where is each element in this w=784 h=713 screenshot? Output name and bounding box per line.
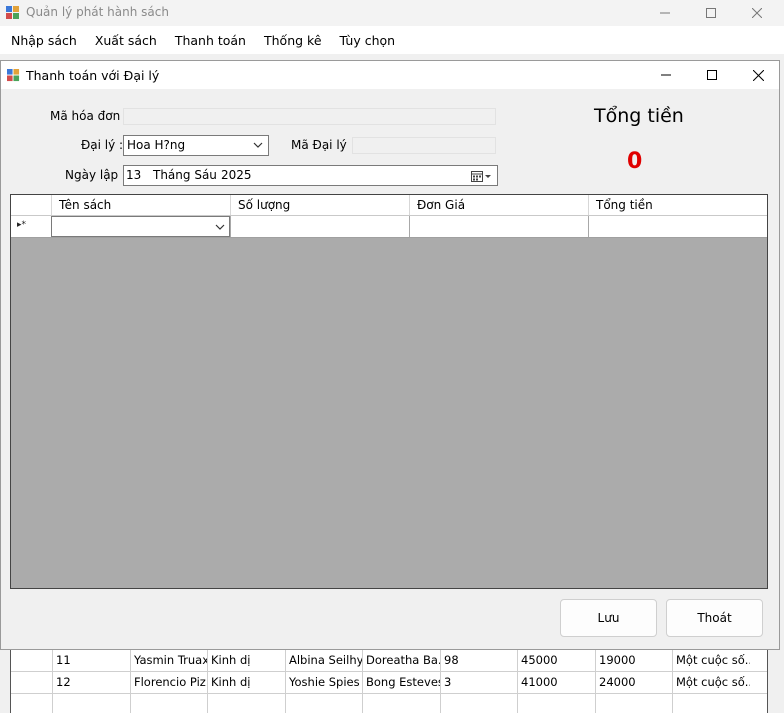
table-cell: 41000 bbox=[517, 672, 595, 693]
parent-close-button[interactable] bbox=[734, 0, 780, 26]
table-cell: 24000 bbox=[595, 672, 672, 693]
table-cell: Kinh dị bbox=[207, 650, 285, 671]
date-picker[interactable]: 13 Tháng Sáu 2025 bbox=[123, 165, 498, 186]
maximize-icon bbox=[706, 8, 716, 18]
agency-label: Đại lý : bbox=[81, 138, 124, 152]
date-month: Tháng Sáu bbox=[153, 168, 217, 182]
parent-title-bar: Quản lý phát hành sách bbox=[0, 0, 784, 26]
table-cell: Yoshie Spies bbox=[285, 672, 362, 693]
menu-bar: Nhập sách Xuất sách Thanh toán Thống kê … bbox=[0, 26, 784, 54]
unit-price-cell[interactable] bbox=[409, 216, 588, 237]
parent-window-title: Quản lý phát hành sách bbox=[26, 5, 169, 19]
table-cell: 45000 bbox=[517, 650, 595, 671]
table-cell: Một cuộc số... bbox=[672, 650, 750, 671]
total-title: Tổng tiền bbox=[594, 105, 684, 127]
column-header-ten-sach[interactable]: Tên sách bbox=[51, 195, 230, 215]
table-cell: 19000 bbox=[595, 650, 672, 671]
row-header bbox=[11, 650, 52, 671]
payment-window: Thanh toán với Đại lý Mã hóa đơn : Đại l… bbox=[0, 60, 780, 650]
table-cell: Florencio Piz... bbox=[130, 672, 207, 693]
table-row[interactable]: 12 Florencio Piz... Kinh dị Yoshie Spies… bbox=[11, 672, 767, 694]
table-cell: Albina Seilhy... bbox=[285, 650, 362, 671]
child-window-title: Thanh toán với Đại lý bbox=[26, 68, 160, 83]
column-header-tong-tien[interactable]: Tổng tiền bbox=[588, 195, 767, 215]
invoice-label: Mã hóa đơn : bbox=[50, 109, 129, 123]
child-title-bar: Thanh toán với Đại lý bbox=[1, 61, 779, 89]
table-cell bbox=[207, 694, 285, 713]
table-cell: Kinh dị bbox=[207, 672, 285, 693]
table-cell: 11 bbox=[52, 650, 130, 671]
child-maximize-button[interactable] bbox=[689, 62, 735, 88]
table-cell bbox=[672, 694, 750, 713]
background-table: 11 Yasmin Truax Kinh dị Albina Seilhy...… bbox=[10, 650, 768, 713]
new-row-marker: ▸* bbox=[17, 220, 27, 230]
parent-maximize-button[interactable] bbox=[688, 0, 734, 26]
table-cell bbox=[440, 694, 517, 713]
child-close-button[interactable] bbox=[735, 62, 781, 88]
grid-new-row[interactable]: ▸* bbox=[11, 216, 767, 238]
table-cell bbox=[285, 694, 362, 713]
table-cell: 3 bbox=[440, 672, 517, 693]
table-cell bbox=[517, 694, 595, 713]
table-cell: 98 bbox=[440, 650, 517, 671]
invoice-grid[interactable]: Tên sách Số lượng Đơn Giá Tổng tiền ▸* bbox=[10, 194, 768, 589]
agency-combobox[interactable]: Hoa H?ng bbox=[123, 135, 269, 156]
column-header-so-luong[interactable]: Số lượng bbox=[230, 195, 409, 215]
row-header bbox=[11, 694, 52, 713]
parent-minimize-button[interactable] bbox=[642, 0, 688, 26]
maximize-icon bbox=[707, 70, 717, 80]
invoice-field[interactable] bbox=[123, 108, 496, 125]
form-icon bbox=[7, 69, 20, 82]
menu-thong-ke[interactable]: Thống kê bbox=[255, 33, 331, 48]
table-cell bbox=[595, 694, 672, 713]
date-label: Ngày lập : bbox=[65, 168, 127, 182]
table-cell: Yasmin Truax bbox=[130, 650, 207, 671]
menu-tuy-chon[interactable]: Tùy chọn bbox=[331, 33, 405, 48]
close-icon bbox=[752, 69, 764, 81]
table-row[interactable]: 11 Yasmin Truax Kinh dị Albina Seilhy...… bbox=[11, 650, 767, 672]
chevron-down-icon bbox=[215, 224, 225, 230]
row-header-corner bbox=[11, 195, 51, 215]
exit-button[interactable]: Thoát bbox=[666, 599, 763, 637]
calendar-icon[interactable] bbox=[471, 170, 493, 182]
minimize-icon bbox=[660, 12, 670, 14]
table-cell: Một cuộc số... bbox=[672, 672, 750, 693]
book-combobox-cell[interactable] bbox=[51, 216, 230, 237]
table-cell bbox=[52, 694, 130, 713]
date-day: 13 bbox=[126, 168, 142, 182]
quantity-cell[interactable] bbox=[230, 216, 409, 237]
agency-code-field[interactable] bbox=[352, 137, 496, 154]
row-header bbox=[11, 672, 52, 693]
child-minimize-button[interactable] bbox=[643, 62, 689, 88]
save-button[interactable]: Lưu bbox=[560, 599, 657, 637]
chevron-down-icon bbox=[253, 142, 263, 148]
table-cell: Bong Esteves bbox=[362, 672, 440, 693]
column-header-don-gia[interactable]: Đơn Giá bbox=[409, 195, 588, 215]
app-icon bbox=[6, 6, 19, 19]
table-cell bbox=[130, 694, 207, 713]
agency-value: Hoa H?ng bbox=[127, 138, 186, 152]
menu-nhap-sach[interactable]: Nhập sách bbox=[0, 33, 86, 48]
agency-code-label: Mã Đại lý : bbox=[291, 138, 355, 152]
table-cell bbox=[362, 694, 440, 713]
date-year: 2025 bbox=[221, 168, 252, 182]
total-value: 0 bbox=[627, 149, 643, 174]
table-row-partial[interactable] bbox=[11, 694, 767, 713]
menu-thanh-toan[interactable]: Thanh toán bbox=[166, 33, 255, 48]
close-icon bbox=[752, 8, 762, 18]
minimize-icon bbox=[661, 74, 671, 76]
menu-xuat-sach[interactable]: Xuất sách bbox=[86, 33, 166, 48]
line-total-cell[interactable] bbox=[588, 216, 767, 237]
grid-header: Tên sách Số lượng Đơn Giá Tổng tiền bbox=[11, 195, 767, 216]
table-cell: Doreatha Ba... bbox=[362, 650, 440, 671]
table-cell: 12 bbox=[52, 672, 130, 693]
